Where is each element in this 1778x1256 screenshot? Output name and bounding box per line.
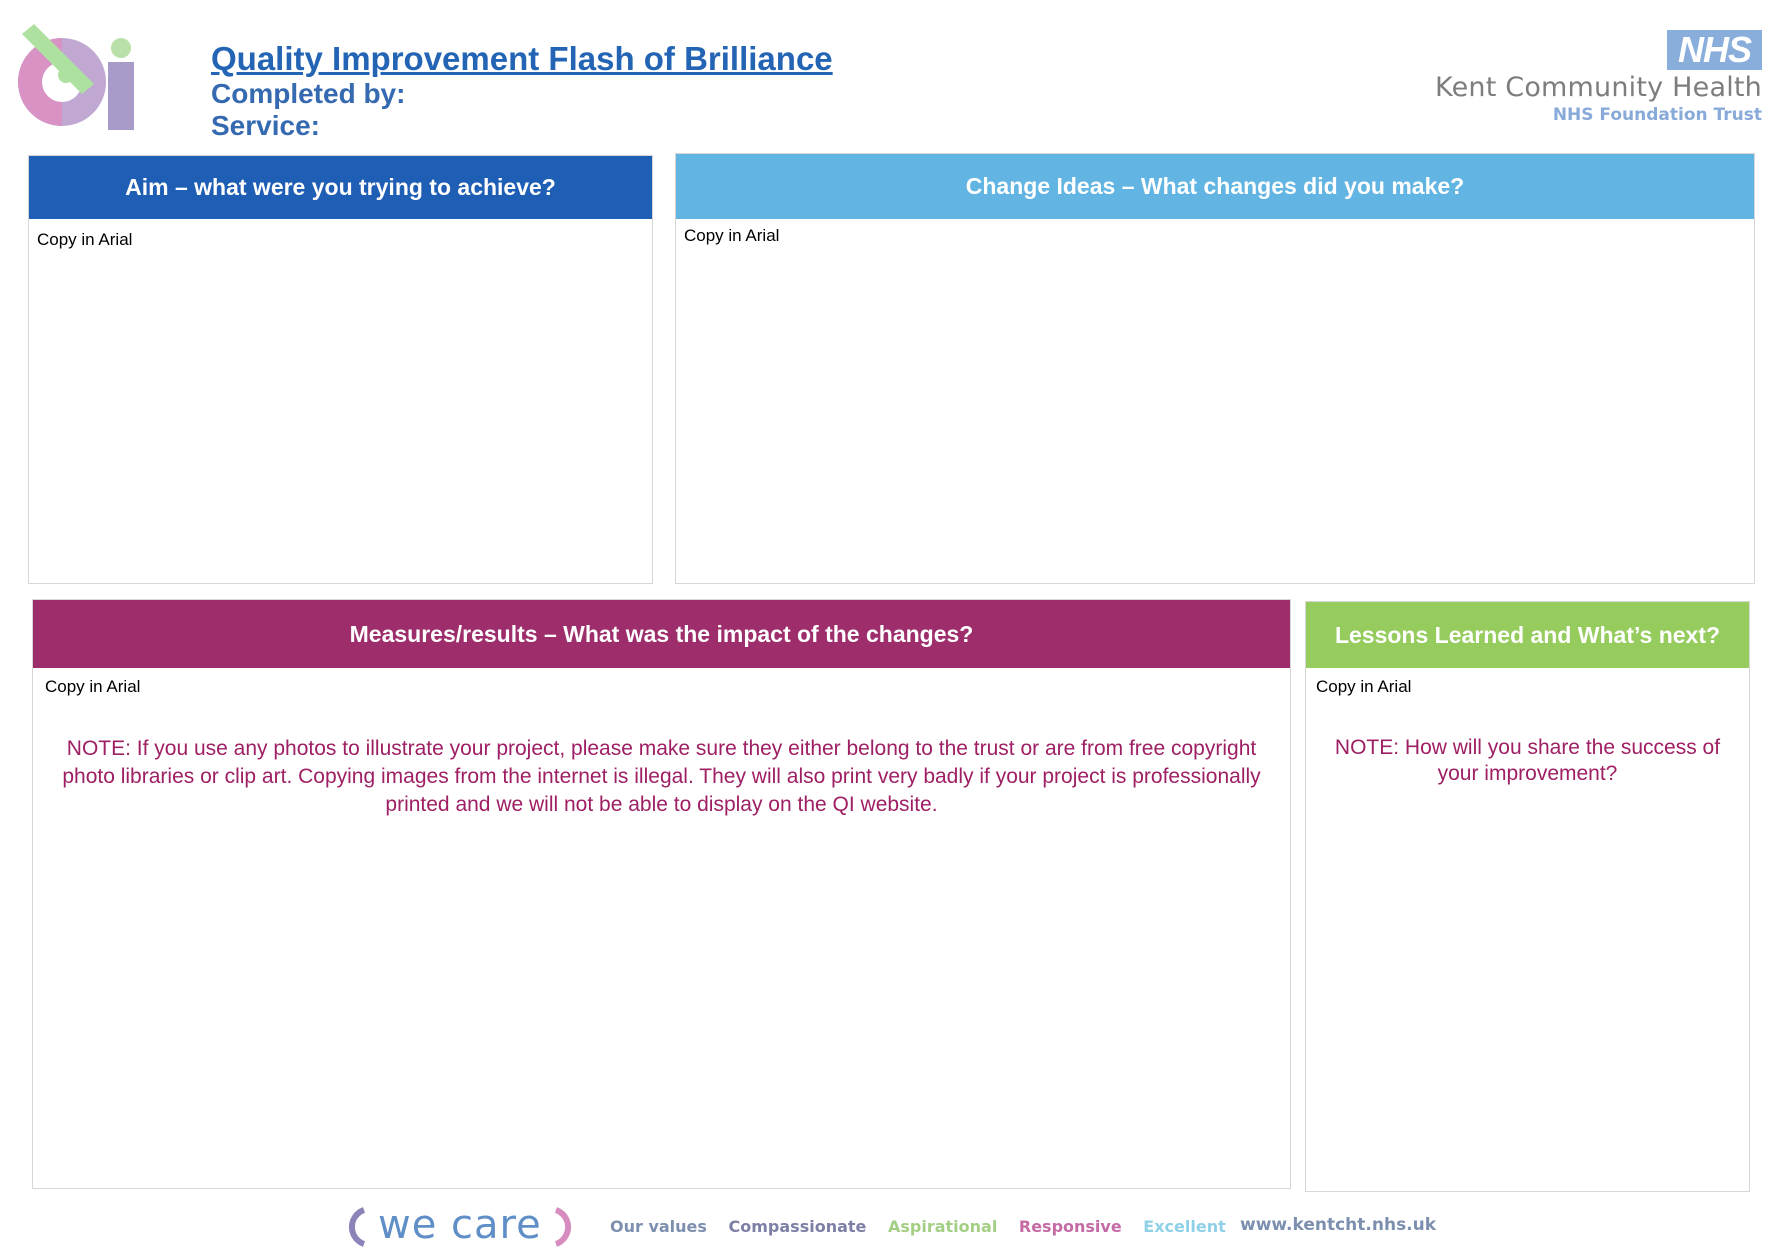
lessons-copy[interactable]: Copy in Arial <box>1316 677 1411 697</box>
we-care-logo: we care <box>340 1202 590 1250</box>
lessons-heading: Lessons Learned and What’s next? <box>1306 602 1749 668</box>
trust-name: NHS Foundation Trust <box>1552 105 1762 125</box>
measures-panel: Measures/results – What was the impact o… <box>32 599 1291 1189</box>
value-responsive: Responsive <box>1018 1217 1122 1236</box>
measures-heading: Measures/results – What was the impact o… <box>33 600 1290 668</box>
aim-heading: Aim – what were you trying to achieve? <box>29 156 652 219</box>
change-ideas-panel: Change Ideas – What changes did you make… <box>675 153 1755 584</box>
completed-by-label: Completed by: <box>211 78 406 109</box>
left-bracket-icon <box>348 1207 366 1247</box>
service-label: Service: <box>211 110 320 141</box>
website-link[interactable]: www.kentcht.nhs.uk <box>1240 1215 1436 1235</box>
measures-note: NOTE: If you use any photos to illustrat… <box>62 737 1261 816</box>
values-list: Our values Compassionate Aspirational Re… <box>610 1217 1242 1236</box>
measures-copy[interactable]: Copy in Arial <box>45 677 140 697</box>
right-bracket-icon <box>554 1207 572 1247</box>
page-title[interactable]: Quality Improvement Flash of Brilliance <box>211 40 833 78</box>
footer: we care Our values Compassionate Aspirat… <box>340 1202 1460 1254</box>
value-our-values: Our values <box>610 1217 707 1236</box>
header-title-block: Quality Improvement Flash of Brilliance … <box>211 40 833 142</box>
value-compassionate: Compassionate <box>728 1217 867 1236</box>
aim-copy[interactable]: Copy in Arial <box>37 230 132 250</box>
value-aspirational: Aspirational <box>887 1217 998 1236</box>
value-excellent: Excellent <box>1143 1217 1226 1236</box>
qi-logo <box>18 24 134 130</box>
lessons-panel: Lessons Learned and What’s next? Copy in… <box>1305 601 1750 1192</box>
lessons-note: NOTE: How will you share the success of … <box>1334 736 1721 785</box>
nhs-logo: NHS Kent Community Health NHS Foundation… <box>1432 30 1762 130</box>
organisation-name: Kent Community Health <box>1435 72 1762 103</box>
change-ideas-heading: Change Ideas – What changes did you make… <box>676 154 1754 219</box>
aim-panel: Aim – what were you trying to achieve? C… <box>28 155 653 584</box>
change-ideas-copy[interactable]: Copy in Arial <box>684 226 779 246</box>
nhs-badge: NHS <box>1667 30 1762 70</box>
we-care-text: we care <box>378 1202 542 1248</box>
